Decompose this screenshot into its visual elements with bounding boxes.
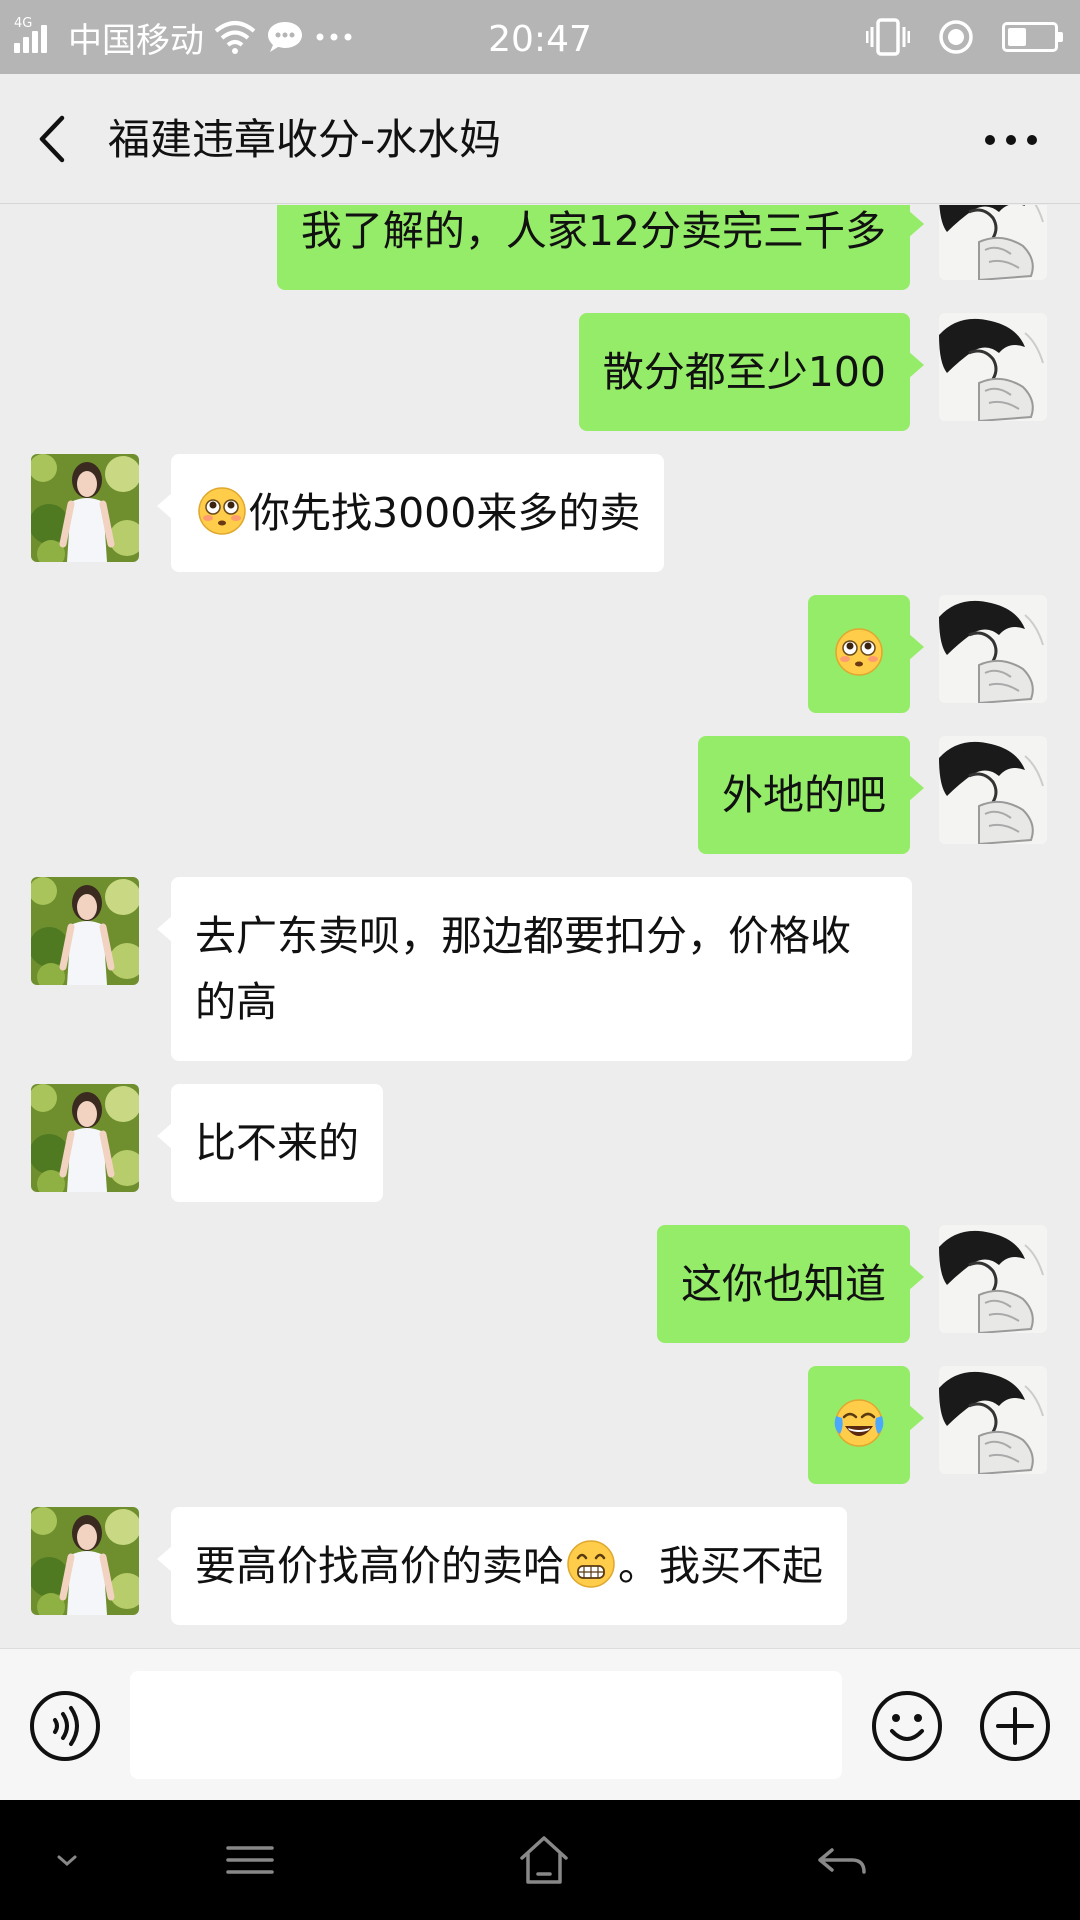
back-arrow-icon: [818, 1848, 866, 1874]
my-avatar[interactable]: [939, 736, 1047, 844]
menu-nav-button[interactable]: [220, 1830, 280, 1890]
message-bubble[interactable]: 你先找3000来多的卖: [156, 454, 665, 572]
message-bubble[interactable]: 散分都至少100: [578, 313, 925, 431]
message-bubble[interactable]: 要高价找高价的卖哈 。我买不起: [157, 1507, 847, 1625]
battery-level: [1008, 28, 1026, 46]
message-bubble[interactable]: 外地的吧: [698, 736, 924, 854]
message-bubble[interactable]: [808, 1366, 924, 1484]
back-nav-button[interactable]: [812, 1830, 872, 1890]
message-bubble[interactable]: 我了解的，人家12分卖完三千多: [276, 205, 925, 290]
hide-nav-button[interactable]: [37, 1830, 97, 1890]
message-text: 。我买不起: [618, 1542, 823, 1590]
chat-header: 福建违章收分-水水妈: [0, 74, 1080, 204]
grinning-emoji: [566, 1539, 616, 1589]
my-avatar[interactable]: [939, 205, 1047, 280]
back-button[interactable]: [24, 108, 84, 170]
message-text: 我了解的，人家12分卖完三千多: [300, 207, 886, 255]
battery-icon: [1002, 22, 1063, 52]
contact-avatar[interactable]: [31, 877, 139, 985]
input-bar: [0, 1648, 1080, 1800]
chevron-down-icon: [57, 1855, 77, 1866]
message-text: 去广东卖呗，那边都要扣分，价格收的高: [195, 912, 851, 1026]
contact-avatar[interactable]: [31, 1084, 139, 1192]
message-text: 散分都至少100: [602, 348, 886, 396]
location-icon: [939, 20, 973, 54]
flushed-face-emoji: [834, 627, 884, 677]
my-avatar[interactable]: [939, 1366, 1047, 1474]
message-bubble[interactable]: 比不来的: [157, 1084, 383, 1202]
emoji-button[interactable]: [870, 1689, 944, 1763]
message-list[interactable]: 我了解的，人家12分卖完三千多 散分都至少100 你先找3000来多的卖 外地的…: [0, 205, 1080, 1647]
system-nav-bar: [0, 1800, 1080, 1920]
my-avatar[interactable]: [939, 1225, 1047, 1333]
voice-icon: [30, 1691, 100, 1761]
message-text: 这你也知道: [681, 1260, 886, 1308]
home-icon: [520, 1836, 568, 1884]
my-avatar[interactable]: [939, 595, 1047, 703]
more-options-button[interactable]: [976, 118, 1046, 162]
flushed-face-emoji: [197, 486, 247, 536]
voice-button[interactable]: [28, 1689, 102, 1763]
smiley-icon: [872, 1691, 942, 1761]
message-text: 你先找3000来多的卖: [249, 489, 641, 537]
chevron-left-icon: [39, 115, 65, 163]
message-bubble[interactable]: [808, 595, 924, 713]
message-text: 比不来的: [195, 1119, 359, 1167]
home-nav-button[interactable]: [514, 1830, 574, 1890]
menu-icon: [226, 1846, 274, 1874]
my-avatar[interactable]: [939, 313, 1047, 421]
crying-laughing-emoji: [834, 1398, 884, 1448]
message-bubble[interactable]: 这你也知道: [657, 1225, 924, 1343]
message-input[interactable]: [130, 1671, 842, 1779]
vibrate-icon: [866, 18, 910, 56]
message-text: 外地的吧: [722, 771, 886, 819]
message-text: 要高价找高价的卖哈: [195, 1542, 564, 1590]
more-functions-button[interactable]: [978, 1689, 1052, 1763]
contact-avatar[interactable]: [31, 1507, 139, 1615]
status-bar: 4G 中国移动 20:47: [0, 0, 1080, 74]
more-dots-icon: [985, 135, 1037, 145]
chat-title: 福建违章收分-水水妈: [108, 115, 502, 164]
contact-avatar[interactable]: [31, 454, 139, 562]
plus-icon: [980, 1691, 1050, 1761]
message-bubble[interactable]: 去广东卖呗，那边都要扣分，价格收的高: [157, 877, 912, 1061]
